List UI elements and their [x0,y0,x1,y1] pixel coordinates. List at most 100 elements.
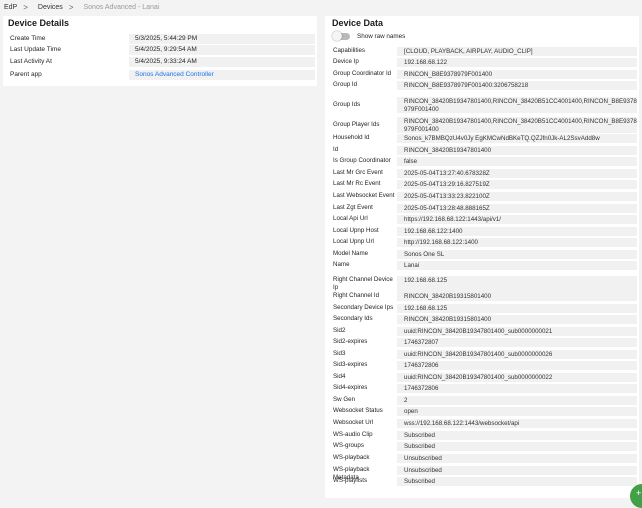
data-row: Last Websocket Event 2025-05-04T13:33:23.… [333,192,637,201]
data-value: wss://192.168.68.122:1443/websocket/api [397,419,637,428]
data-row: Capabilities [CLOUD, PLAYBACK, AIRPLAY, A… [333,47,637,56]
data-value: uuid:RINCON_38420B19347801400_sub0000000… [397,373,637,382]
data-value: 2025-05-04T13:27:40.678328Z [397,169,637,178]
data-value: 192.168.68.125 [397,304,637,313]
breadcrumb-home-link[interactable]: EdP [4,4,17,11]
data-value: [CLOUD, PLAYBACK, AIRPLAY, AUDIO_CLIP] [397,47,637,56]
data-row: Group Player Ids RINCON_38420B19347801400… [333,117,637,133]
data-label: Secondary Device Ips [333,304,394,311]
data-value: 192.168.68.125 [397,276,637,292]
data-row: Sid4-expires 1746372806 [333,384,637,393]
data-label: Sid3 [333,350,346,357]
toggle-knob [332,31,342,41]
data-value: 2025-05-04T13:28:48.888165Z [397,204,637,213]
data-row: Right Channel Device Ip 192.168.68.125 [333,276,637,292]
data-value: open [397,407,637,416]
data-row: Group Id RINCON_B8E9378979F001400:3206758… [333,81,637,90]
data-label: Group Player Ids [333,121,380,128]
raw-names-toggle-row: Show raw names [332,31,406,41]
data-row: WS-audio Clip Subscribed [333,431,637,440]
data-row: Sid2-expires 1746372807 [333,338,637,347]
breadcrumb: EdP > Devices > Sonos Advanced - Lanai [0,0,642,15]
detail-label: Create Time [10,35,46,42]
data-value: Unsubscribed [397,454,637,463]
data-value: 2 [397,396,637,405]
device-details-title: Device Details [8,18,70,28]
data-row: Local Api Url https://192.168.68.122:1443… [333,215,637,224]
data-value: Sonos One SL [397,250,637,259]
data-label: Capabilities [333,47,365,54]
data-row: Group Ids RINCON_38420B19347801400,RINCON… [333,97,637,113]
raw-names-toggle-label: Show raw names [357,32,406,40]
data-label: Websocket Status [333,407,383,414]
data-label: Websocket Url [333,419,374,426]
data-label: Sid2 [333,327,346,334]
add-button[interactable]: + [630,484,642,508]
data-value: RINCON_B8E9378979F001400:3206758218 [397,81,637,90]
data-row: WS-playlists Subscribed [333,477,637,486]
data-label: Sid2-expires [333,338,368,345]
data-row: Sid2 uuid:RINCON_38420B19347801400_sub000… [333,327,637,336]
data-row: Device Ip 192.168.68.122 [333,58,637,67]
data-label: WS-playlists [333,477,368,484]
data-label: Last Zgt Event [333,204,373,211]
data-row: Secondary Ids RINCON_38420B19315801400 [333,315,637,324]
data-label: Sid4-expires [333,384,368,391]
raw-names-toggle[interactable] [332,31,350,41]
data-value: Subscribed [397,442,637,451]
detail-value: 5/4/2025, 9:29:54 AM [129,45,315,55]
data-label: WS-playback [333,454,370,461]
data-row: Sid3 uuid:RINCON_38420B19347801400_sub000… [333,350,637,359]
data-value: uuid:RINCON_38420B19347801400_sub0000000… [397,350,637,359]
data-value: RINCON_38420B19315801400 [397,315,637,324]
data-row: Secondary Device Ips 192.168.68.125 [333,304,637,313]
data-label: WS-audio Clip [333,431,373,438]
breadcrumb-devices-link[interactable]: Devices [38,4,63,11]
data-label: Group Coordinator Id [333,70,392,77]
data-row: Group Coordinator Id RINCON_B8E9378979F00… [333,70,637,79]
data-row: Household Id Sonos_k7BMBQzU4v0Jy EgKMCwNd… [333,134,637,143]
data-value: RINCON_38420B19347801400 [397,146,637,155]
data-row: Sid3-expires 1746372806 [333,361,637,370]
detail-row: Parent app Sonos Advanced Controller [10,70,315,81]
detail-row: Create Time 5/3/2025, 5:44:29 PM [10,34,315,45]
data-label: Last Mr Grc Event [333,169,383,176]
data-row: WS-playback Unsubscribed [333,454,637,463]
parent-app-link[interactable]: Sonos Advanced Controller [129,70,315,80]
data-row: Model Name Sonos One SL [333,250,637,259]
data-label: Secondary Ids [333,315,373,322]
data-row: WS-playback Metadata Unsubscribed [333,466,637,481]
data-label: Last Mr Rc Event [333,180,381,187]
data-row: Last Mr Grc Event 2025-05-04T13:27:40.678… [333,169,637,178]
data-value: Unsubscribed [397,466,637,475]
data-value: RINCON_B8E9378979F001400 [397,70,637,79]
data-label: Household Id [333,134,370,141]
data-row: Websocket Url wss://192.168.68.122:1443/w… [333,419,637,428]
detail-row: Last Update Time 5/4/2025, 9:29:54 AM [10,45,315,56]
detail-label: Last Update Time [10,46,61,53]
detail-label: Last Activity At [10,58,52,65]
data-row: Name Lanai [333,261,637,270]
device-data-title: Device Data [332,18,384,28]
add-icon: + [636,488,642,498]
data-value: RINCON_38420B19347801400,RINCON_38420B51… [397,117,637,133]
breadcrumb-chevron-icon: > [68,3,74,12]
data-value: 1746372807 [397,338,637,347]
data-value: RINCON_38420B19315801400 [397,292,637,301]
data-label: Sw Gen [333,396,356,403]
detail-row: Last Activity At 5/4/2025, 9:33:24 AM [10,57,315,68]
detail-value: 5/4/2025, 9:33:24 AM [129,57,315,67]
data-value: 2025-05-04T13:33:23.822100Z [397,192,637,201]
data-row: Sid4 uuid:RINCON_38420B19347801400_sub000… [333,373,637,382]
data-label: Local Api Url [333,215,368,222]
data-value: 1746372806 [397,384,637,393]
data-label: Sid3-expires [333,361,368,368]
data-value: http://192.168.68.122:1400 [397,238,637,247]
data-value: uuid:RINCON_38420B19347801400_sub0000000… [397,327,637,336]
device-data-panel: Device Data Show raw names Capabilities [… [325,16,639,498]
data-label: Local Upnp Url [333,238,374,245]
data-row: Websocket Status open [333,407,637,416]
data-value: 192.168.68.122 [397,58,637,67]
data-value: 1746372806 [397,361,637,370]
data-label: Sid4 [333,373,346,380]
